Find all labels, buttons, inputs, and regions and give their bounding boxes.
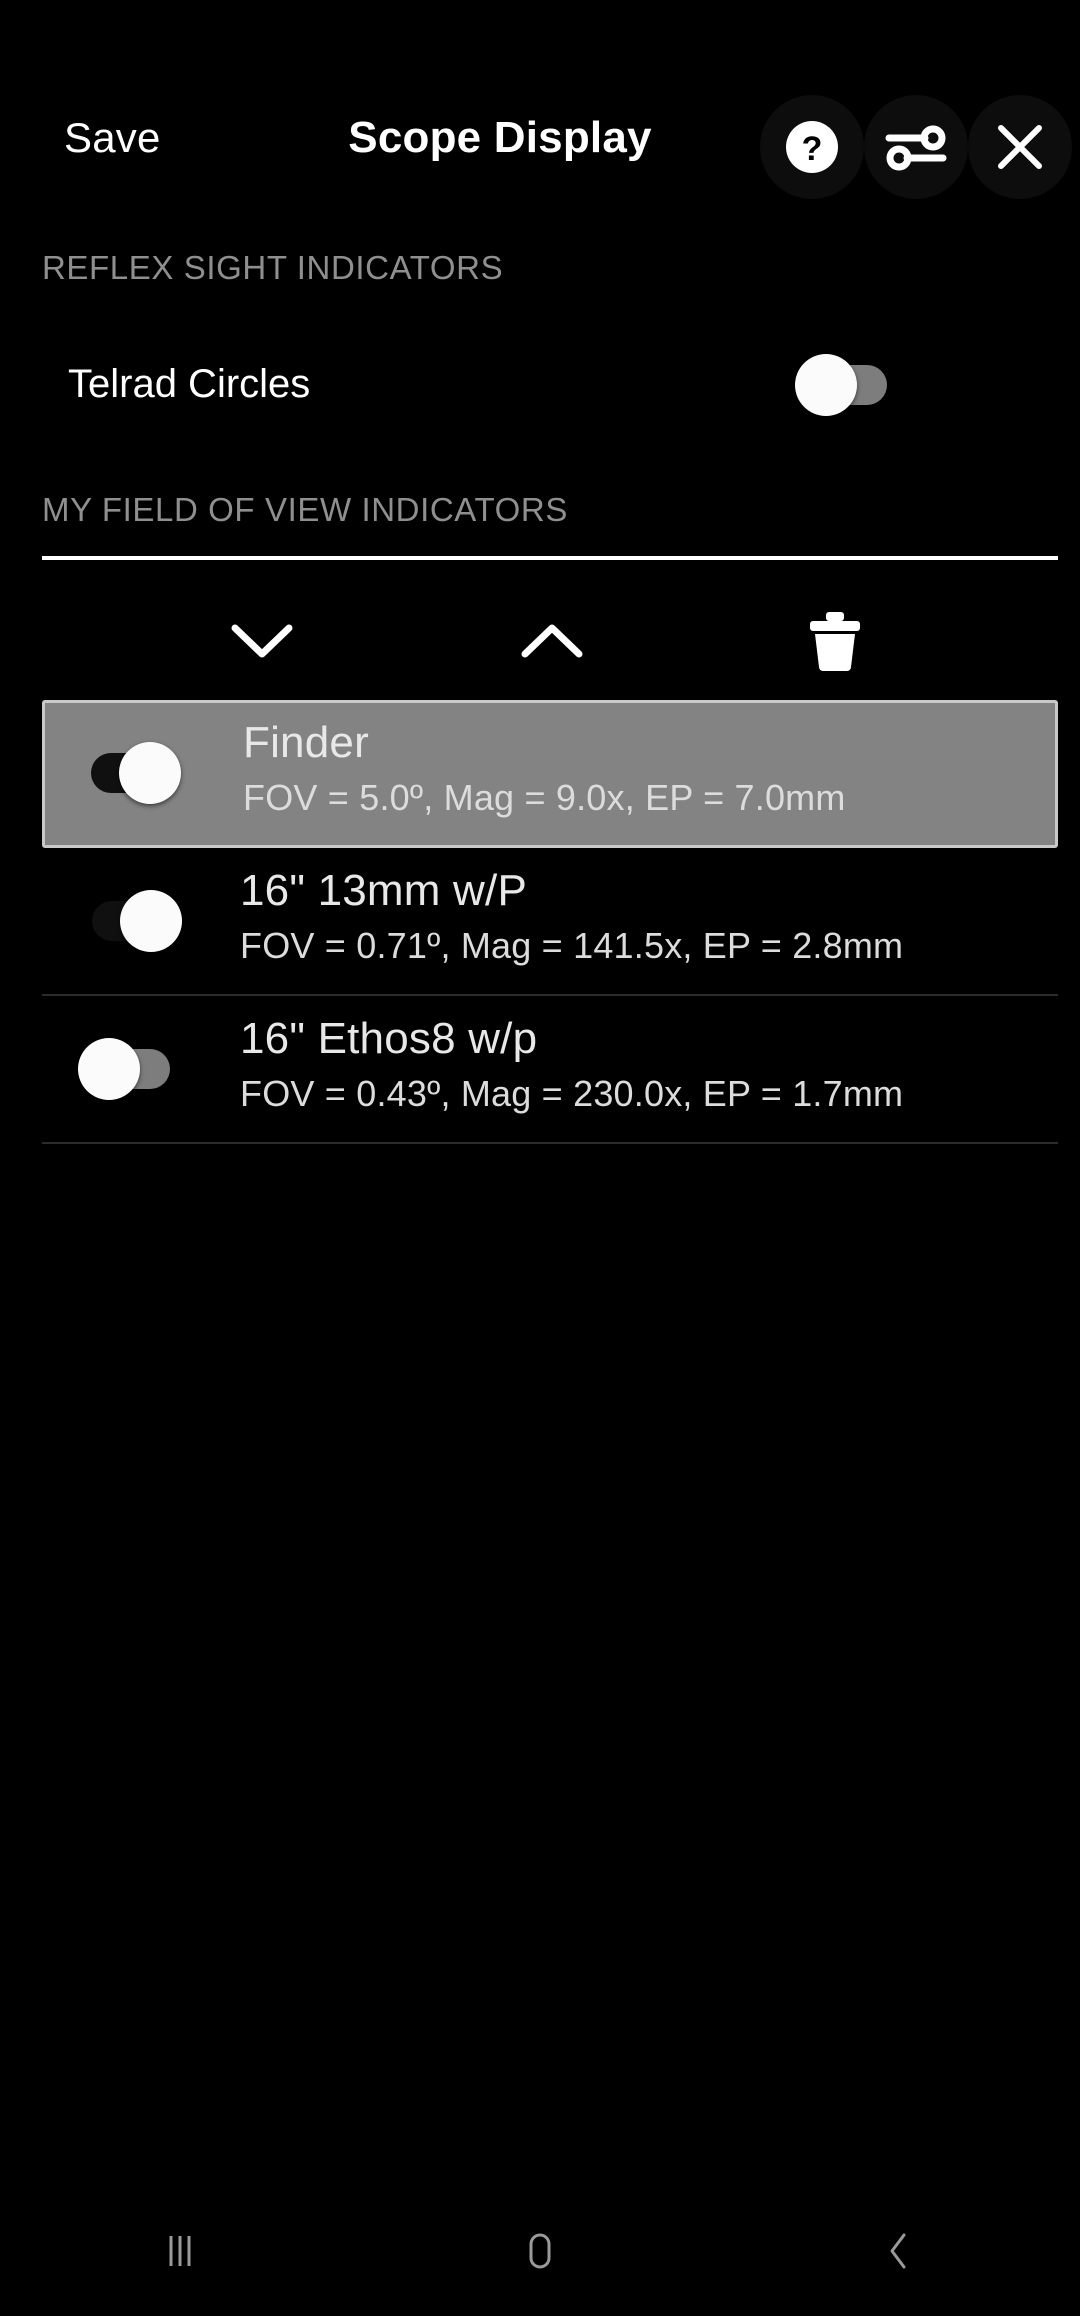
move-down-button[interactable]: [202, 588, 322, 698]
telrad-circles-label: Telrad Circles: [68, 356, 310, 412]
fov-item-toggle[interactable]: [78, 1038, 182, 1100]
switch-thumb: [119, 742, 181, 804]
telrad-circles-toggle[interactable]: [795, 354, 899, 416]
switch-thumb: [120, 890, 182, 952]
switch-track-thumb: [795, 354, 899, 416]
back-button[interactable]: [810, 2190, 990, 2316]
fov-item-title: 16" 13mm w/P: [240, 862, 903, 920]
close-icon: [992, 119, 1048, 175]
fov-item-text-group: Finder FOV = 5.0º, Mag = 9.0x, EP = 7.0m…: [243, 714, 846, 824]
switch-thumb: [78, 1038, 140, 1100]
fov-item-title: 16" Ethos8 w/p: [240, 1010, 903, 1068]
fov-item-details: FOV = 5.0º, Mag = 9.0x, EP = 7.0mm: [243, 772, 846, 824]
close-button[interactable]: [968, 95, 1072, 199]
fov-list-item[interactable]: 16" 13mm w/P FOV = 0.71º, Mag = 141.5x, …: [0, 848, 1080, 996]
chevron-up-icon: [519, 618, 585, 669]
fov-item-text-group: 16" Ethos8 w/p FOV = 0.43º, Mag = 230.0x…: [240, 1010, 903, 1120]
app-header: Save Scope Display ?: [0, 0, 1080, 215]
svg-text:?: ?: [802, 130, 823, 168]
trash-icon: [805, 610, 865, 677]
recents-icon: [158, 2229, 202, 2278]
fov-list-item[interactable]: Finder FOV = 5.0º, Mag = 9.0x, EP = 7.0m…: [42, 700, 1058, 848]
home-icon: [518, 2229, 562, 2278]
fov-indicator-list: Finder FOV = 5.0º, Mag = 9.0x, EP = 7.0m…: [0, 700, 1080, 1144]
display-settings-button[interactable]: [864, 95, 968, 199]
help-icon: ?: [784, 119, 840, 175]
header-action-group: ?: [760, 95, 1072, 199]
settings-sliders-icon: [885, 119, 947, 175]
fov-item-text-group: 16" 13mm w/P FOV = 0.71º, Mag = 141.5x, …: [240, 862, 903, 972]
fov-item-details: FOV = 0.71º, Mag = 141.5x, EP = 2.8mm: [240, 920, 903, 972]
delete-button[interactable]: [775, 588, 895, 698]
switch-track-thumb: [77, 742, 181, 804]
fov-item-toggle[interactable]: [77, 742, 181, 804]
fov-item-title: Finder: [243, 714, 846, 772]
fov-item-details: FOV = 0.43º, Mag = 230.0x, EP = 1.7mm: [240, 1068, 903, 1120]
switch-track-thumb: [78, 890, 182, 952]
section-header-reflex-sight: REFLEX SIGHT INDICATORS: [42, 248, 503, 288]
help-button[interactable]: ?: [760, 95, 864, 199]
fov-list-item[interactable]: 16" Ethos8 w/p FOV = 0.43º, Mag = 230.0x…: [0, 996, 1080, 1144]
fov-section-divider: [42, 556, 1058, 560]
chevron-down-icon: [229, 618, 295, 669]
recents-button[interactable]: [90, 2190, 270, 2316]
switch-thumb: [795, 354, 857, 416]
list-separator: [42, 1142, 1058, 1144]
android-navigation-bar: [0, 2190, 1080, 2316]
home-button[interactable]: [450, 2190, 630, 2316]
fov-item-toggle[interactable]: [78, 890, 182, 952]
telrad-circles-row[interactable]: Telrad Circles: [0, 340, 1080, 430]
back-icon: [878, 2229, 922, 2278]
switch-track-thumb: [78, 1038, 182, 1100]
move-up-button[interactable]: [492, 588, 612, 698]
fov-toolbar: [0, 588, 1080, 698]
section-header-field-of-view: MY FIELD OF VIEW INDICATORS: [42, 490, 568, 530]
